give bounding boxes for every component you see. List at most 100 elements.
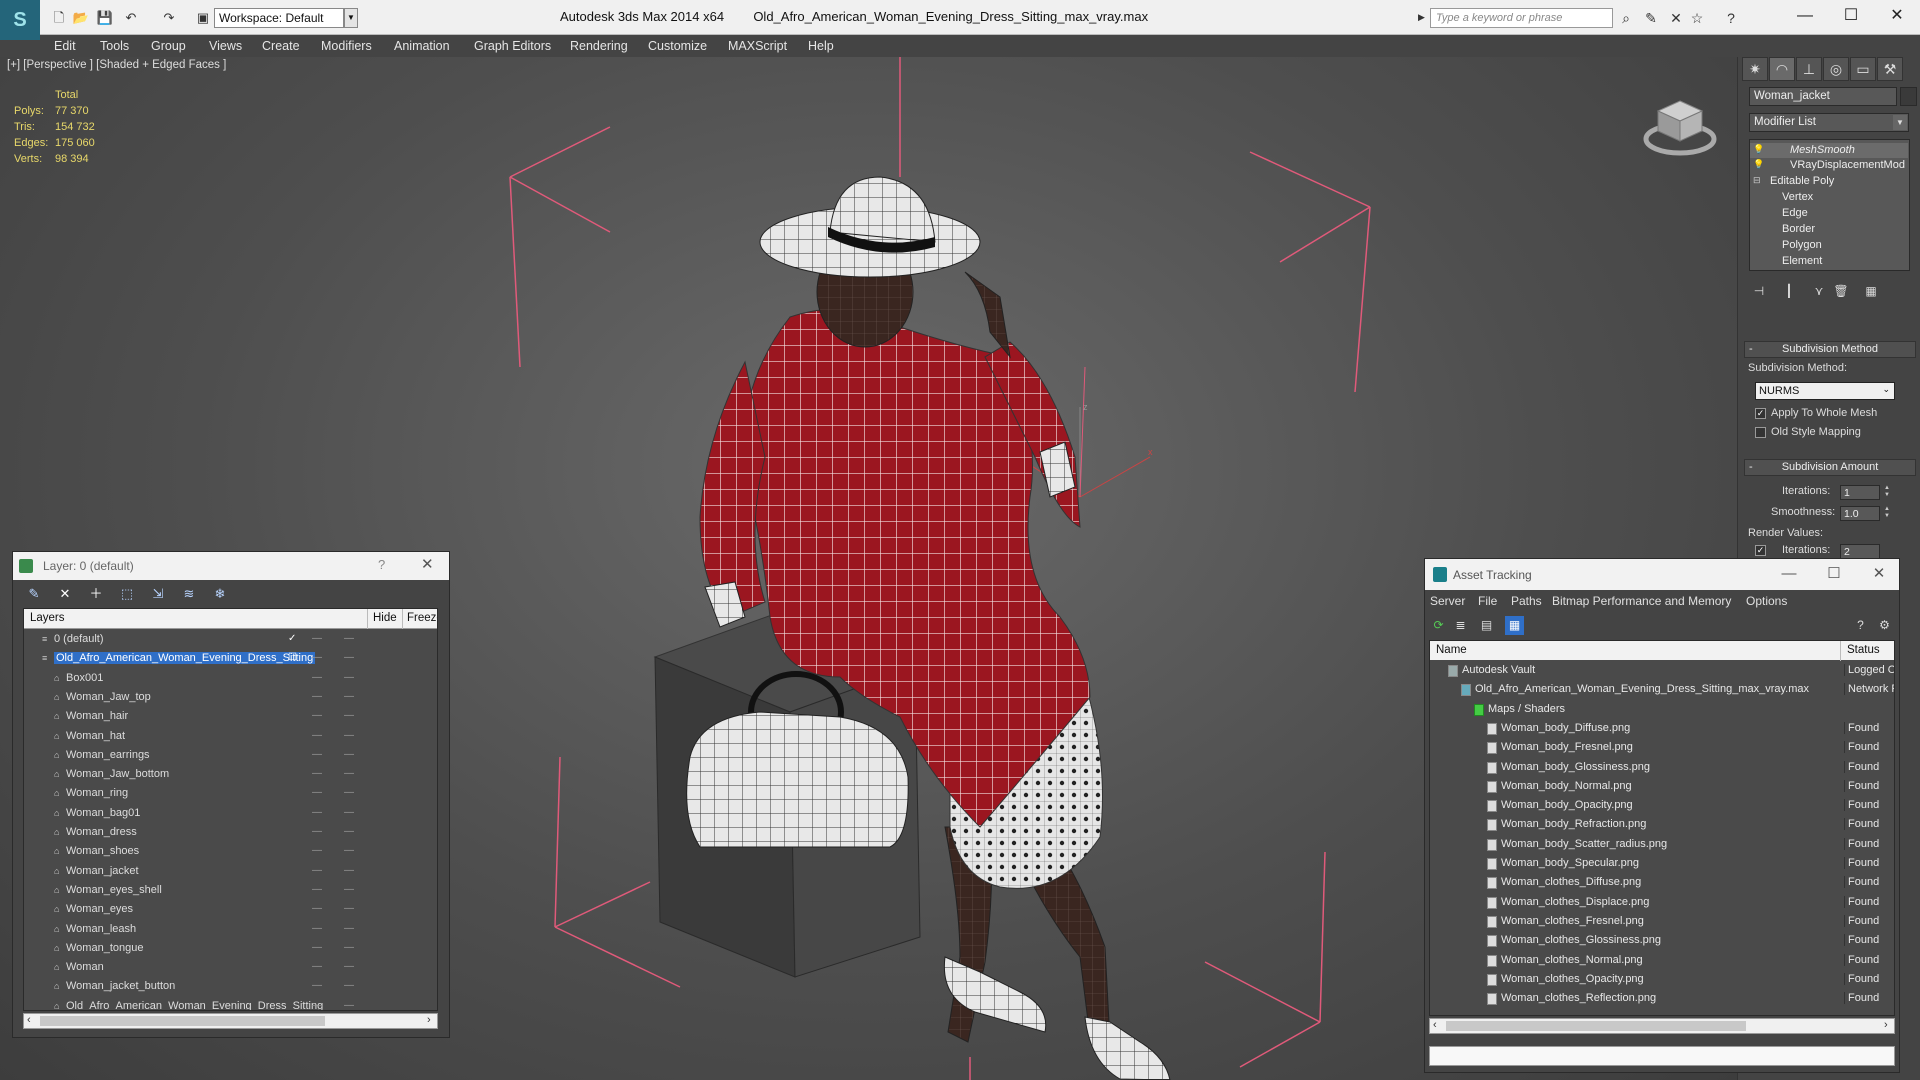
- hide-toggle[interactable]: —: [312, 1000, 322, 1010]
- hide-toggle[interactable]: —: [312, 768, 322, 779]
- save-file-icon[interactable]: 💾: [96, 10, 114, 26]
- asset-row[interactable]: Woman_clothes_Diffuse.png Found: [1430, 874, 1894, 893]
- asset-menu-bitmap-performance[interactable]: Bitmap Performance and Memory: [1552, 594, 1731, 608]
- stack-item-polygon[interactable]: Polygon: [1750, 238, 1908, 253]
- rollout-subdivision-method[interactable]: - Subdivision Method: [1744, 341, 1916, 358]
- asset-menu-file[interactable]: File: [1478, 594, 1497, 608]
- hide-toggle[interactable]: —: [312, 884, 322, 895]
- hide-toggle[interactable]: —: [312, 710, 322, 721]
- layer-row[interactable]: ⌂ Woman_Jaw_bottom — —: [24, 766, 437, 785]
- add-to-layer-icon[interactable]: ＋: [87, 585, 105, 603]
- column-name[interactable]: Name: [1436, 644, 1467, 656]
- freeze-toggle[interactable]: —: [344, 672, 354, 683]
- thumbnail-view-icon[interactable]: ▤: [1477, 616, 1496, 635]
- help-icon[interactable]: ?: [378, 557, 385, 572]
- lightbulb-icon[interactable]: 💡: [1753, 159, 1764, 171]
- undo-icon[interactable]: ↶: [122, 10, 140, 26]
- project-folder-icon[interactable]: ▣: [194, 10, 212, 26]
- layer-row[interactable]: ⌂ Woman_hair — —: [24, 708, 437, 727]
- hide-toggle[interactable]: —: [312, 980, 322, 991]
- freeze-toggle[interactable]: —: [344, 903, 354, 914]
- stack-item-meshsmooth[interactable]: 💡 MeshSmooth: [1750, 143, 1908, 158]
- menu-maxscript[interactable]: MAXScript: [728, 39, 787, 53]
- stack-item-element[interactable]: Element: [1750, 254, 1908, 269]
- list-view-icon[interactable]: ≣: [1451, 616, 1470, 635]
- create-layer-icon[interactable]: ✎: [25, 585, 43, 603]
- iterations-spinner[interactable]: 1: [1840, 485, 1880, 500]
- open-file-icon[interactable]: 📂: [72, 10, 90, 26]
- delete-layer-icon[interactable]: ✕: [56, 585, 74, 603]
- spinner-arrows-icon[interactable]: ▲ ▼: [1884, 485, 1892, 500]
- modify-tab-icon[interactable]: ◠: [1769, 57, 1795, 81]
- asset-row[interactable]: Woman_clothes_Displace.png Found: [1430, 894, 1894, 913]
- viewcube-icon[interactable]: [1640, 87, 1720, 167]
- hide-toggle[interactable]: —: [312, 845, 322, 856]
- asset-row[interactable]: Autodesk Vault Logged Out: [1430, 662, 1894, 681]
- layer-row[interactable]: ⌂ Woman_earrings — —: [24, 747, 437, 766]
- menu-modifiers[interactable]: Modifiers: [321, 39, 372, 53]
- freeze-toggle[interactable]: —: [344, 691, 354, 702]
- hide-toggle[interactable]: —: [312, 691, 322, 702]
- asset-row[interactable]: Woman_body_Scatter_radius.png Found: [1430, 836, 1894, 855]
- freeze-toggle[interactable]: —: [344, 652, 354, 663]
- motion-tab-icon[interactable]: ◎: [1823, 57, 1849, 81]
- layer-row[interactable]: ⌂ Woman_ring — —: [24, 785, 437, 804]
- set-active-layer-box[interactable]: ☐: [288, 652, 297, 663]
- layer-row[interactable]: ⌂ Woman_hat — —: [24, 728, 437, 747]
- freeze-toggle[interactable]: —: [344, 865, 354, 876]
- hierarchy-tab-icon[interactable]: ⊥: [1796, 57, 1822, 81]
- asset-row[interactable]: Maps / Shaders: [1430, 701, 1894, 720]
- hide-toggle[interactable]: —: [312, 961, 322, 972]
- asset-row[interactable]: Woman_clothes_Normal.png Found: [1430, 952, 1894, 971]
- display-tab-icon[interactable]: ▭: [1850, 57, 1876, 81]
- modifier-list-dropdown[interactable]: Modifier List: [1749, 113, 1909, 132]
- column-status[interactable]: Status: [1847, 644, 1880, 656]
- workspace-dropdown[interactable]: Workspace: Default: [214, 8, 344, 28]
- hide-toggle[interactable]: —: [312, 923, 322, 934]
- menu-graph-editors[interactable]: Graph Editors: [474, 39, 551, 53]
- subscription-icon[interactable]: ✎: [1642, 9, 1660, 27]
- freeze-toggle[interactable]: —: [344, 1000, 354, 1010]
- apply-whole-mesh-checkbox[interactable]: ✓: [1755, 408, 1766, 419]
- menu-tools[interactable]: Tools: [100, 39, 129, 53]
- freeze-toggle[interactable]: —: [344, 942, 354, 953]
- asset-row[interactable]: Woman_body_Glossiness.png Found: [1430, 759, 1894, 778]
- binoculars-icon[interactable]: ⌕: [1617, 9, 1635, 27]
- scroll-left-icon[interactable]: ‹: [27, 1014, 31, 1026]
- asset-horizontal-scrollbar[interactable]: ‹ ›: [1429, 1018, 1895, 1034]
- asset-row[interactable]: Woman_body_Fresnel.png Found: [1430, 739, 1894, 758]
- layer-row[interactable]: ⌂ Woman_jacket — —: [24, 863, 437, 882]
- search-expand-icon[interactable]: ▶: [1418, 12, 1428, 24]
- object-name-field[interactable]: Woman_jacket: [1749, 87, 1897, 106]
- asset-row[interactable]: Woman_clothes_Fresnel.png Found: [1430, 913, 1894, 932]
- maximize-button[interactable]: ☐: [1828, 0, 1874, 32]
- scrollbar-thumb[interactable]: [1446, 1021, 1746, 1031]
- menu-animation[interactable]: Animation: [394, 39, 450, 53]
- asset-menu-options[interactable]: Options: [1746, 594, 1787, 608]
- asset-row[interactable]: Woman_body_Opacity.png Found: [1430, 797, 1894, 816]
- asset-window-titlebar[interactable]: Asset Tracking — ☐ ✕: [1425, 559, 1899, 590]
- help-icon[interactable]: ?: [1851, 616, 1870, 635]
- redo-icon[interactable]: ↷: [160, 10, 178, 26]
- options-icon[interactable]: ⚙: [1875, 616, 1894, 635]
- hide-toggle[interactable]: —: [312, 633, 322, 644]
- scrollbar-thumb[interactable]: [40, 1016, 325, 1026]
- freeze-toggle[interactable]: —: [344, 749, 354, 760]
- collapse-icon[interactable]: -: [1749, 342, 1753, 357]
- hide-toggle[interactable]: —: [312, 942, 322, 953]
- asset-row[interactable]: Woman_body_Specular.png Found: [1430, 855, 1894, 874]
- select-objects-icon[interactable]: ⬚: [118, 585, 136, 603]
- subdivision-method-select[interactable]: NURMS ⌄: [1755, 382, 1895, 400]
- asset-menu-server[interactable]: Server: [1430, 594, 1465, 608]
- freeze-toggle[interactable]: —: [344, 768, 354, 779]
- chevron-down-icon[interactable]: ▼: [1893, 115, 1907, 130]
- asset-row[interactable]: Woman_clothes_Opacity.png Found: [1430, 971, 1894, 990]
- layer-row[interactable]: ≡ Old_Afro_American_Woman_Evening_Dress_S…: [24, 650, 437, 669]
- configure-modifier-sets-icon[interactable]: ▦: [1861, 281, 1881, 301]
- menu-views[interactable]: Views: [209, 39, 242, 53]
- freeze-toggle[interactable]: —: [344, 730, 354, 741]
- asset-row[interactable]: Woman_clothes_Glossiness.png Found: [1430, 932, 1894, 951]
- layer-row[interactable]: ⌂ Woman_shoes — —: [24, 843, 437, 862]
- hide-toggle[interactable]: —: [312, 903, 322, 914]
- spinner-arrows-icon[interactable]: ▲ ▼: [1884, 506, 1892, 521]
